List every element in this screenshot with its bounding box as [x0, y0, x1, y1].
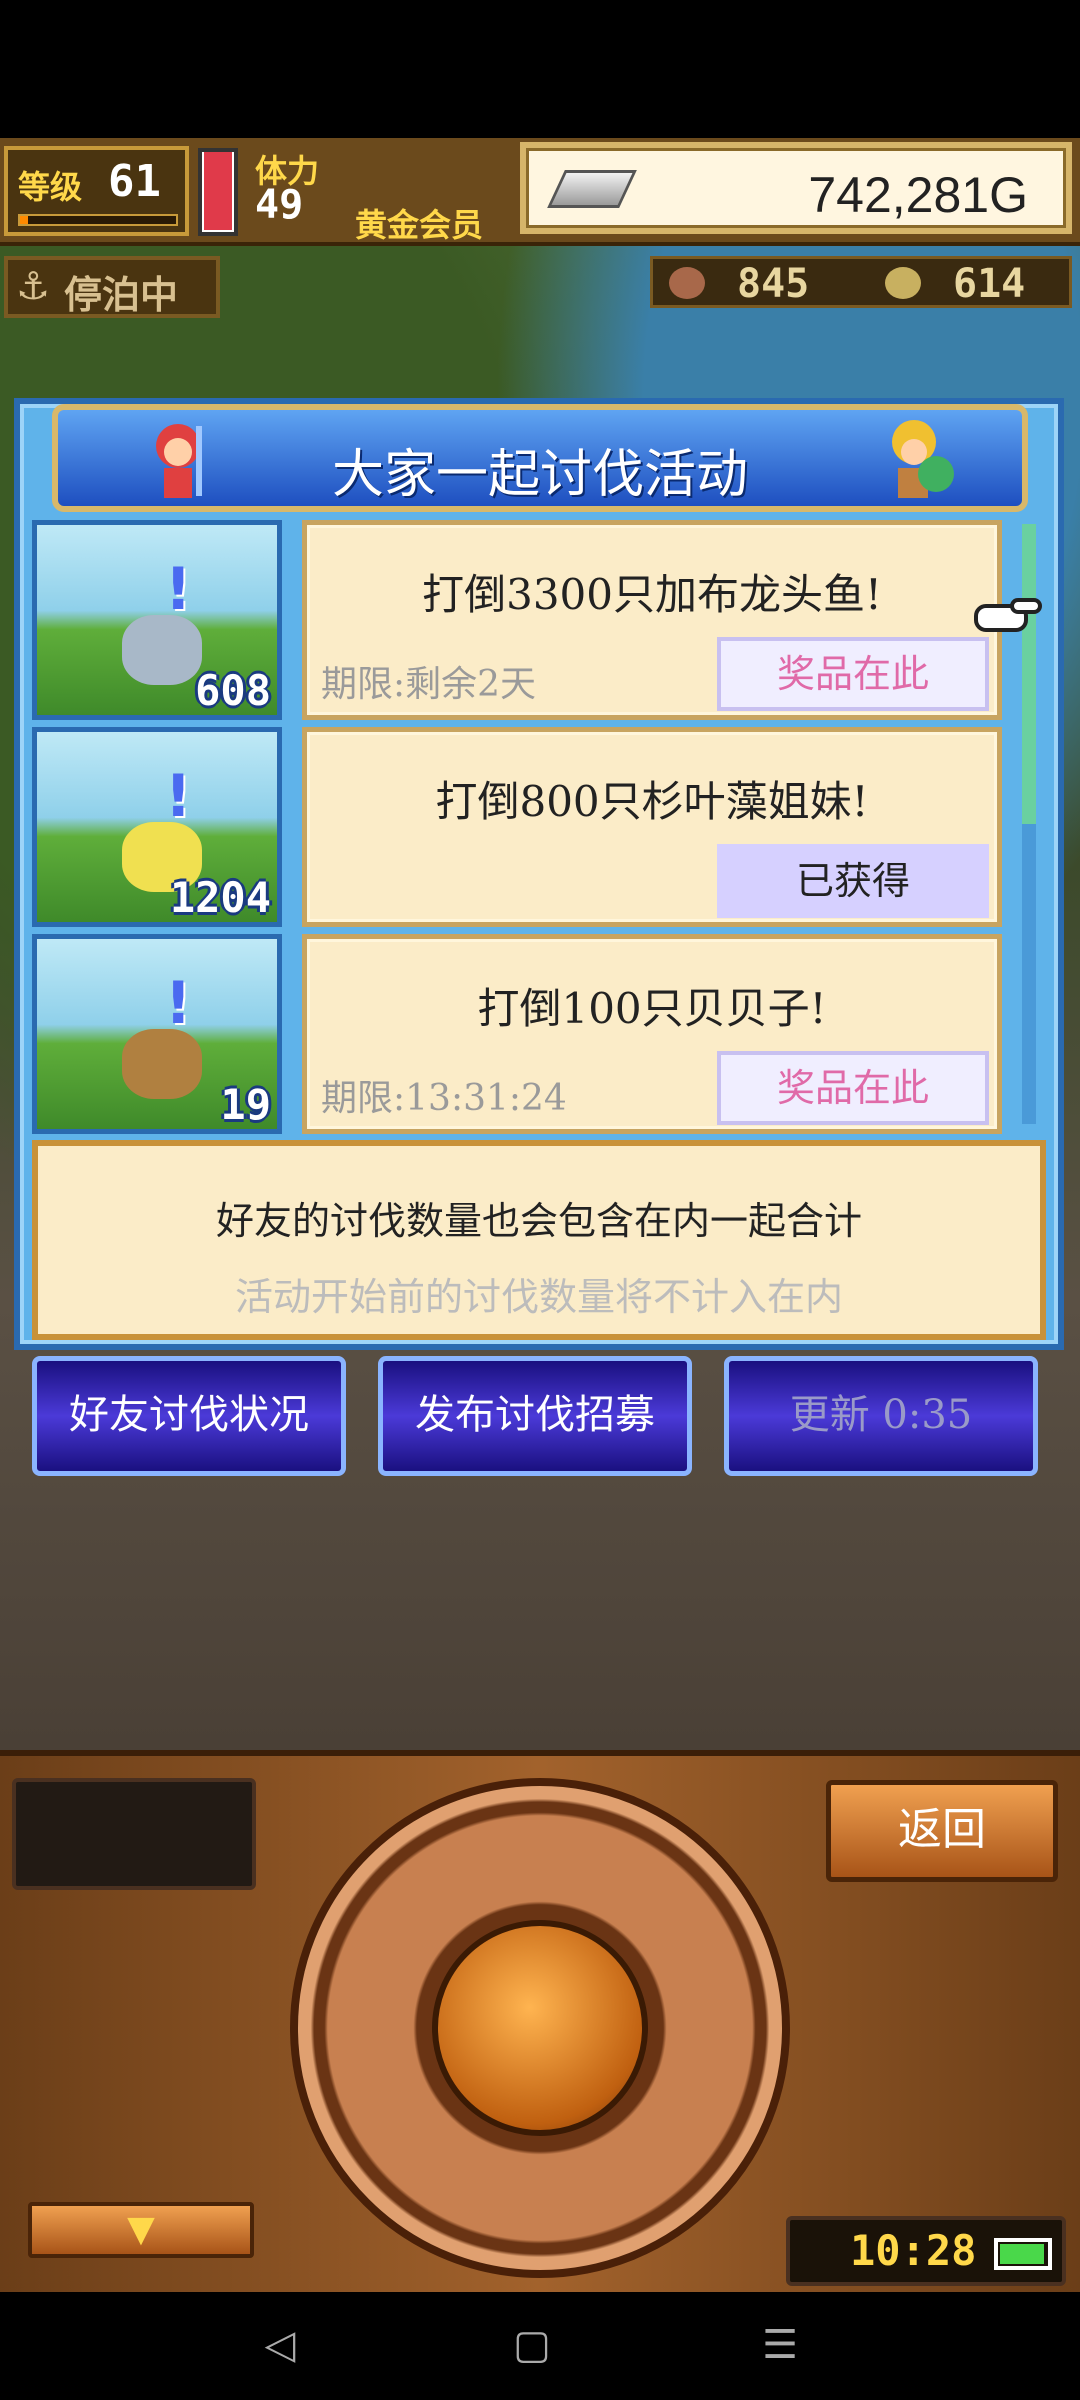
clock-display: 10:28 [786, 2216, 1066, 2286]
refresh-button[interactable]: 更新 0:35 [724, 1356, 1038, 1476]
quest-deadline: 期限:剩余2天 [321, 664, 537, 705]
quest-item[interactable]: ! 608 打倒3300只加布龙头鱼! 期限:剩余2天 奖品在此 [32, 520, 1002, 720]
quest-title: 打倒100只贝贝子! [477, 984, 827, 1033]
anchor-icon: ⚓ [16, 264, 51, 308]
clock-time: 10:28 [850, 2226, 977, 2275]
quest-item[interactable]: ! 19 打倒100只贝贝子! 期限:13:31:24 奖品在此 [32, 934, 1002, 1134]
mini-screen [12, 1778, 256, 1890]
level-value: 61 [108, 156, 161, 207]
quest-item[interactable]: ! 1204 打倒800只杉叶藻姐妹! 已获得 [32, 727, 1002, 927]
quest-title: 打倒3300只加布龙头鱼! [422, 570, 882, 619]
quest-thumbnail: ! 19 [32, 934, 282, 1134]
dock-status-label: 停泊中 [64, 273, 179, 317]
home-square-icon[interactable]: ▢ [507, 2320, 557, 2370]
pointer-hand-icon [974, 598, 1042, 632]
info-sub-text: 活动开始前的讨伐数量将不计入在内 [234, 1275, 843, 1319]
claim-prize-button[interactable]: 奖品在此 [717, 1051, 989, 1125]
membership-badge: 黄金会员 [355, 206, 484, 244]
resource-1-value: 845 [737, 261, 810, 307]
top-hud: 等级 61 体力 49 黄金会员 742,281G [0, 138, 1080, 246]
back-button[interactable]: 返回 [826, 1780, 1058, 1882]
quest-thumbnail: ! 1204 [32, 727, 282, 927]
battery-icon [994, 2238, 1052, 2270]
quest-kill-count: 19 [220, 1080, 271, 1129]
level-progress-fill [20, 216, 28, 224]
triangle-down-icon: ▼ [127, 2209, 155, 2250]
fish-monster-icon [122, 615, 202, 685]
menu-lines-icon[interactable]: ☰ [755, 2320, 805, 2370]
quest-card: 打倒3300只加布龙头鱼! 期限:剩余2天 奖品在此 [302, 520, 1002, 720]
alert-icon: ! [165, 969, 192, 1037]
stamina-gauge-fill [204, 152, 232, 230]
claim-prize-button[interactable]: 奖品在此 [717, 637, 989, 711]
status-bar [0, 0, 1080, 138]
stamina-value: 49 [255, 182, 304, 228]
post-recruit-button[interactable]: 发布讨伐招募 [378, 1356, 692, 1476]
quest-thumbnail: ! 608 [32, 520, 282, 720]
dpad-center-button[interactable] [432, 1920, 648, 2136]
meat-icon [669, 267, 705, 299]
back-triangle-icon[interactable]: ◁ [255, 2320, 305, 2370]
dock-status[interactable]: ⚓ 停泊中 [4, 256, 220, 318]
scrollbar-thumb[interactable] [1022, 524, 1036, 824]
coin-icon [885, 267, 921, 299]
resource-display: 845 614 [650, 256, 1072, 308]
gold-display[interactable]: 742,281G [520, 142, 1072, 234]
level-box: 等级 61 [4, 146, 189, 236]
level-progress-bar [18, 214, 178, 226]
quest-deadline: 期限:13:31:24 [321, 1078, 567, 1119]
level-label: 等级 [18, 168, 83, 206]
claimed-status: 已获得 [717, 844, 989, 918]
silver-bar-icon [547, 170, 637, 208]
alert-icon: ! [165, 555, 192, 623]
system-navigation-bar: ◁ ▢ ☰ [0, 2292, 1080, 2400]
quest-kill-count: 1204 [169, 873, 271, 922]
battery-level [1000, 2244, 1044, 2264]
quest-card: 打倒100只贝贝子! 期限:13:31:24 奖品在此 [302, 934, 1002, 1134]
dialog-title-bar: 大家一起讨伐活动 [52, 404, 1028, 512]
quest-title: 打倒800只杉叶藻姐妹! [435, 777, 869, 826]
gold-value: 742,281G [808, 167, 1028, 223]
resource-2-value: 614 [953, 261, 1026, 307]
hermit-crab-monster-icon [122, 1029, 202, 1099]
info-main-text: 好友的讨伐数量也会包含在内一起合计 [215, 1199, 862, 1243]
friend-status-button[interactable]: 好友讨伐状况 [32, 1356, 346, 1476]
alert-icon: ! [165, 762, 192, 830]
menu-down-button[interactable]: ▼ [28, 2202, 254, 2258]
knight-character-icon [892, 420, 954, 498]
info-box: 好友的讨伐数量也会包含在内一起合计 活动开始前的讨伐数量将不计入在内 [32, 1140, 1046, 1340]
quest-kill-count: 608 [195, 666, 271, 715]
quest-card: 打倒800只杉叶藻姐妹! 已获得 [302, 727, 1002, 927]
stamina-gauge [198, 148, 238, 236]
